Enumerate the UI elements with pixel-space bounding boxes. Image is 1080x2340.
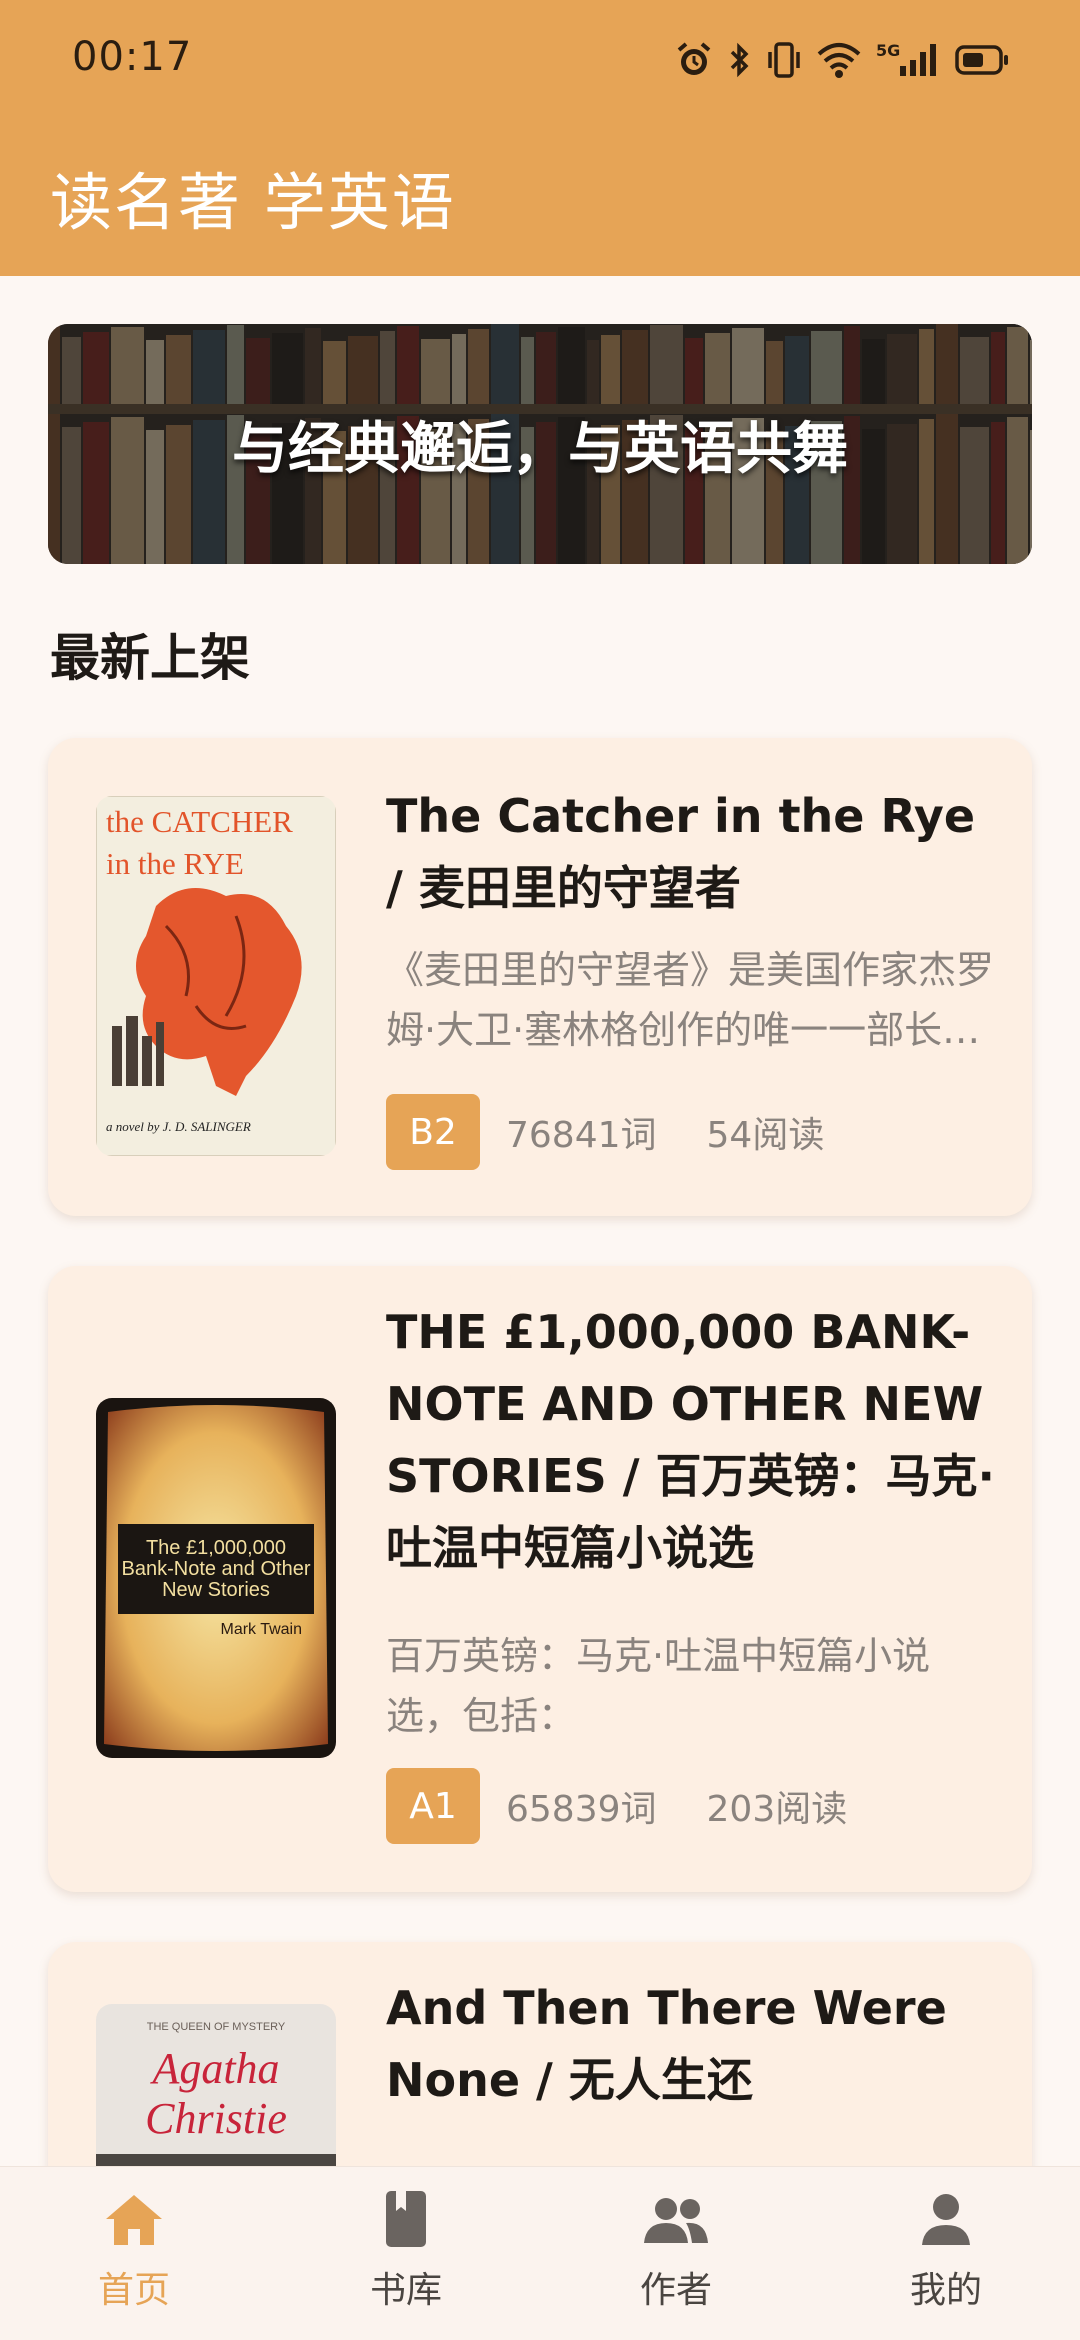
tab-home[interactable]: 首页 [54, 2189, 214, 2329]
read-count: 54阅读 [706, 1115, 825, 1156]
tab-me[interactable]: 我的 [866, 2189, 1026, 2329]
status-bar: 00:17 5G [0, 30, 1080, 90]
book-icon [374, 2189, 438, 2249]
book-cover: the CATCHER in the RYE a novel by J. D. … [96, 796, 336, 1156]
hero-banner[interactable]: 与经典邂逅，与英语共舞 [48, 324, 1032, 564]
book-cover: The £1,000,000 Bank-Note and Other New S… [96, 1398, 336, 1758]
home-icon [102, 2189, 166, 2249]
book-meta: B2 76841词 54阅读 [386, 1094, 824, 1170]
book-description: 百万英镑：马克·吐温中短篇小说选，包括： [386, 1634, 931, 1738]
cover-title-line1: the CATCHER [106, 804, 293, 839]
cover-title: The £1,000,000 Bank-Note and Other New S… [121, 1536, 311, 1601]
book-card[interactable]: the CATCHER in the RYE a novel by J. D. … [48, 738, 1032, 1216]
status-time: 00:17 [72, 34, 193, 80]
tab-library[interactable]: 书库 [326, 2189, 486, 2329]
word-count: 76841词 [506, 1115, 657, 1156]
cover-tagline: THE QUEEN OF MYSTERY [147, 2021, 286, 2033]
tab-authors[interactable]: 作者 [596, 2189, 756, 2329]
word-count: 65839词 [506, 1789, 657, 1830]
bluetooth-icon [728, 40, 752, 80]
book-card[interactable]: The £1,000,000 Bank-Note and Other New S… [48, 1266, 1032, 1892]
alarm-icon [674, 40, 714, 80]
cover-title-line2: in the RYE [106, 846, 244, 881]
read-count: 203阅读 [706, 1789, 848, 1830]
tab-label: 首页 [97, 2270, 170, 2311]
network-label: 5G [876, 41, 900, 60]
cover-author: a novel by J. D. SALINGER [106, 1119, 251, 1134]
vibrate-icon [766, 40, 802, 80]
status-icons: 5G [674, 36, 1010, 84]
people-icon [640, 2189, 712, 2249]
book-title[interactable]: THE £1,000,000 BANK-NOTE AND OTHER NEW S… [386, 1296, 996, 1584]
bottom-tab-bar: 首页 书库 作者 我的 [0, 2166, 1080, 2340]
5g-signal-icon: 5G [876, 40, 940, 80]
app-title: 读名著 学英语 [50, 166, 456, 239]
tab-label: 我的 [909, 2270, 982, 2311]
section-title-new-arrivals: 最新上架 [50, 629, 250, 687]
app-bar: 00:17 5G 读名著 学英语 [0, 0, 1080, 276]
cover-author: Mark Twain [220, 1621, 302, 1638]
book-meta: A1 65839词 203阅读 [386, 1768, 847, 1844]
person-icon [914, 2189, 978, 2249]
battery-icon [954, 40, 1010, 80]
cover-author: Agatha Christie [145, 2044, 287, 2143]
level-badge: A1 [386, 1768, 480, 1844]
book-title[interactable]: The Catcher in the Rye / 麦田里的守望者 [386, 780, 996, 924]
tab-label: 作者 [639, 2270, 712, 2311]
book-title[interactable]: And Then There Were None / 无人生还 [386, 1972, 996, 2116]
wifi-icon [816, 40, 862, 80]
level-badge: B2 [386, 1094, 480, 1170]
tab-label: 书库 [369, 2270, 442, 2311]
banner-slogan: 与经典邂逅，与英语共舞 [232, 416, 848, 482]
book-description: 《麦田里的守望者》是美国作家杰罗姆·大卫·塞林格创作的唯一一部长篇小说 [386, 948, 995, 1052]
